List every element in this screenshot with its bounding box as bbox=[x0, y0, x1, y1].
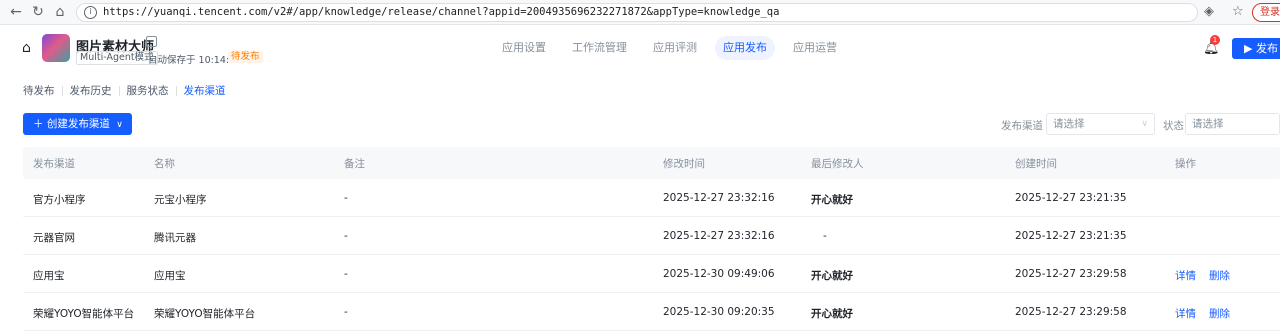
channel-table: 发布渠道 名称 备注 修改时间 最后修改人 创建时间 操作 官方小程序 元宝小程… bbox=[23, 147, 1280, 331]
back-icon[interactable]: ← bbox=[6, 3, 26, 21]
login-button[interactable]: 登录 bbox=[1252, 3, 1280, 22]
notification-badge: 1 bbox=[1210, 35, 1220, 45]
table-row: 官方小程序 元宝小程序 - 2025-12-27 23:32:16 开心就好 2… bbox=[23, 179, 1280, 217]
column-header: 发布渠道 bbox=[33, 158, 75, 170]
publish-button[interactable]: ▶ 发布 bbox=[1232, 38, 1280, 59]
cell-created: 2025-12-27 23:29:58 bbox=[1015, 268, 1127, 280]
table-row: 元器官网 腾讯元器 - 2025-12-27 23:32:16 - 2025-1… bbox=[23, 217, 1280, 255]
cell-note: - bbox=[344, 268, 348, 280]
channel-filter-select[interactable]: 请选择 ∨ bbox=[1046, 113, 1155, 135]
details-link[interactable]: 详情 bbox=[1175, 268, 1196, 283]
column-header: 名称 bbox=[154, 158, 175, 170]
column-header: 创建时间 bbox=[1015, 158, 1057, 170]
plus-icon: ＋ bbox=[33, 118, 44, 130]
subtab-service-status[interactable]: 服务状态 bbox=[127, 83, 169, 98]
table-header: 发布渠道 名称 备注 修改时间 最后修改人 创建时间 操作 bbox=[23, 147, 1280, 179]
subtab-history[interactable]: 发布历史 bbox=[70, 83, 112, 98]
cell-modified: 2025-12-30 09:20:35 bbox=[663, 306, 775, 318]
cell-note: - bbox=[344, 192, 348, 204]
play-icon: ▶ bbox=[1244, 42, 1253, 55]
cell-channel: 荣耀YOYO智能体平台 bbox=[33, 308, 135, 320]
tab-publish[interactable]: 应用发布 bbox=[715, 36, 775, 60]
create-channel-label: 创建发布渠道 bbox=[46, 118, 110, 130]
cell-note: - bbox=[344, 230, 348, 242]
cell-modifier: 开心就好 bbox=[811, 270, 853, 282]
cell-channel: 元器官网 bbox=[33, 232, 75, 244]
cell-modified: 2025-12-30 09:49:06 bbox=[663, 268, 775, 280]
table-row: 荣耀YOYO智能体平台 荣耀YOYO智能体平台 - 2025-12-30 09:… bbox=[23, 293, 1280, 331]
edit-icon[interactable] bbox=[146, 36, 157, 47]
status-filter-select[interactable]: 请选择 bbox=[1185, 113, 1280, 135]
delete-link[interactable]: 删除 bbox=[1209, 268, 1230, 283]
extension-icon[interactable]: ◈ bbox=[1204, 4, 1214, 19]
site-info-icon[interactable]: i bbox=[84, 6, 97, 19]
address-bar[interactable]: i https://yuanqi.tencent.com/v2#/app/kno… bbox=[76, 3, 1266, 22]
cell-created: 2025-12-27 23:21:35 bbox=[1015, 192, 1127, 204]
cell-modified: 2025-12-27 23:32:16 bbox=[663, 230, 775, 242]
table-row: 应用宝 应用宝 - 2025-12-30 09:49:06 开心就好 2025-… bbox=[23, 255, 1280, 293]
delete-link[interactable]: 删除 bbox=[1209, 306, 1230, 321]
cell-channel: 官方小程序 bbox=[33, 194, 86, 206]
cell-name: 腾讯元器 bbox=[154, 232, 196, 244]
cell-channel: 应用宝 bbox=[33, 270, 65, 282]
top-nav-tabs: 应用设置 工作流管理 应用评测 应用发布 应用运营 bbox=[494, 36, 845, 60]
subtab-pending[interactable]: 待发布 bbox=[23, 83, 55, 98]
cell-name: 元宝小程序 bbox=[154, 194, 207, 206]
home-browser-icon[interactable]: ⌂ bbox=[50, 3, 70, 21]
home-icon[interactable]: ⌂ bbox=[22, 40, 31, 56]
cell-modifier: - bbox=[823, 230, 827, 242]
channel-filter-label: 发布渠道 bbox=[1001, 120, 1043, 132]
reload-icon[interactable]: ↻ bbox=[28, 3, 48, 21]
cell-created: 2025-12-27 23:29:58 bbox=[1015, 306, 1127, 318]
divider bbox=[118, 85, 120, 96]
channel-filter-placeholder: 请选择 bbox=[1053, 118, 1085, 130]
divider bbox=[175, 85, 177, 96]
column-header: 备注 bbox=[344, 158, 365, 170]
cell-name: 荣耀YOYO智能体平台 bbox=[154, 308, 256, 320]
cell-note: - bbox=[344, 306, 348, 318]
sub-tabs: 待发布 发布历史 服务状态 发布渠道 bbox=[23, 83, 226, 98]
status-filter-label: 状态 bbox=[1163, 120, 1184, 132]
subtab-channels[interactable]: 发布渠道 bbox=[184, 83, 226, 98]
status-filter-placeholder: 请选择 bbox=[1192, 118, 1224, 130]
create-channel-button[interactable]: ＋ 创建发布渠道 ∨ bbox=[23, 113, 132, 135]
favorites-icon[interactable]: ☆ bbox=[1232, 4, 1244, 19]
column-header: 最后修改人 bbox=[811, 158, 864, 170]
divider bbox=[61, 85, 63, 96]
chevron-down-icon: ∨ bbox=[1141, 119, 1148, 129]
cell-modified: 2025-12-27 23:32:16 bbox=[663, 192, 775, 204]
publish-button-label: 发布 bbox=[1255, 42, 1278, 55]
status-badge: 待发布 bbox=[228, 51, 263, 63]
cell-created: 2025-12-27 23:21:35 bbox=[1015, 230, 1127, 242]
cell-modifier: 开心就好 bbox=[811, 194, 853, 206]
chevron-down-icon: ∨ bbox=[116, 120, 123, 130]
cell-name: 应用宝 bbox=[154, 270, 186, 282]
column-header: 修改时间 bbox=[663, 158, 705, 170]
cell-modifier: 开心就好 bbox=[811, 308, 853, 320]
url-text[interactable]: https://yuanqi.tencent.com/v2#/app/knowl… bbox=[103, 6, 779, 18]
details-link[interactable]: 详情 bbox=[1175, 306, 1196, 321]
tab-app-settings[interactable]: 应用设置 bbox=[494, 36, 554, 60]
mode-tag: Multi-Agent模式 bbox=[76, 51, 158, 65]
tab-workflow[interactable]: 工作流管理 bbox=[564, 36, 635, 60]
column-header: 操作 bbox=[1175, 158, 1196, 170]
tab-evaluation[interactable]: 应用评测 bbox=[645, 36, 705, 60]
tab-operations[interactable]: 应用运营 bbox=[785, 36, 845, 60]
browser-toolbar: ← ↻ ⌂ i https://yuanqi.tencent.com/v2#/a… bbox=[0, 0, 1280, 25]
app-avatar bbox=[42, 34, 70, 62]
